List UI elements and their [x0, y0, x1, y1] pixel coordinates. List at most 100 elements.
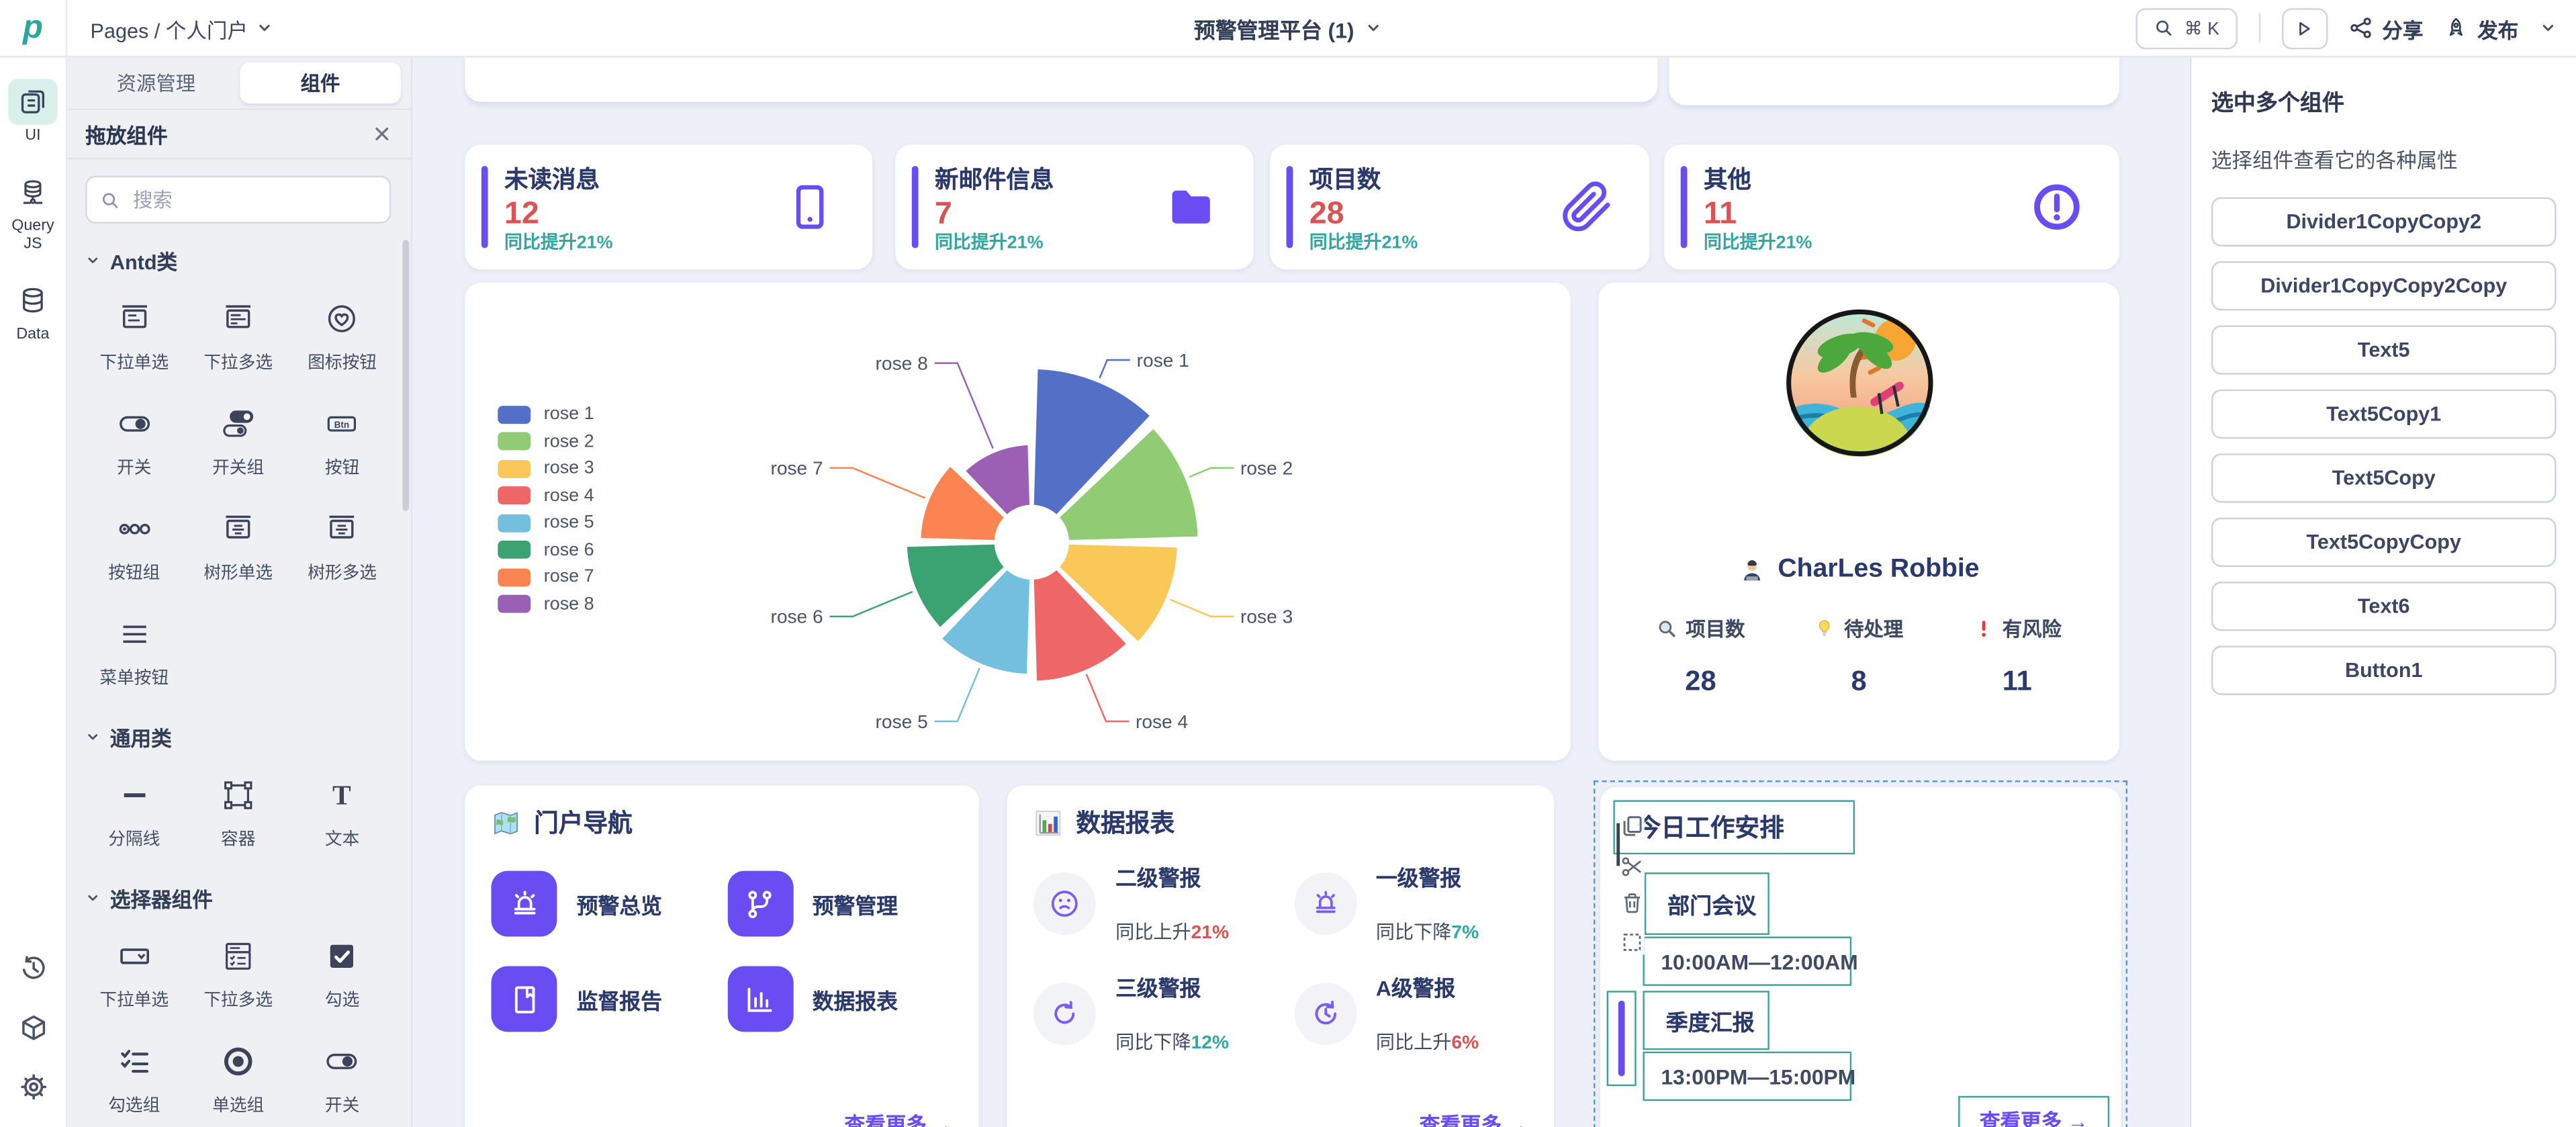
selected-widget-button[interactable]: Text5Copy1	[2211, 390, 2557, 439]
siren-purple-icon	[1309, 887, 1342, 919]
rail-item-query-js[interactable]: Query JS	[3, 169, 62, 255]
gear-icon[interactable]	[19, 1073, 47, 1101]
slice-label: rose 8	[876, 353, 928, 373]
widget-card[interactable]: 开关	[290, 1022, 394, 1127]
legend-swatch	[498, 405, 531, 423]
portal-nav-button[interactable]: 预警总览	[491, 871, 727, 937]
w-divider	[116, 777, 152, 813]
widget-card[interactable]: 下拉单选	[82, 917, 186, 1022]
preview-button[interactable]	[2282, 7, 2328, 48]
widget-card[interactable]: 开关	[82, 384, 186, 490]
schedule-item-name-widget[interactable]: 部门会议	[1645, 872, 1769, 935]
chevron-down-icon	[85, 729, 100, 744]
legend-swatch	[498, 595, 531, 613]
widget-card[interactable]: T 文本	[290, 756, 394, 861]
data-reports-card[interactable]: 数据报表 二级警报 同比上升21% 一级警	[1007, 785, 1555, 1127]
share-button[interactable]: 分享	[2349, 12, 2423, 43]
publish-button[interactable]: 发布	[2444, 12, 2518, 43]
portal-nav-button[interactable]: 监督报告	[491, 966, 727, 1032]
stat-card[interactable]: 未读消息12同比提升21%	[465, 144, 872, 269]
portal-more-link[interactable]: 查看更多 →	[845, 1108, 953, 1127]
selected-widget-button[interactable]: Text5Copy	[2211, 453, 2557, 502]
widget-card[interactable]: 容器	[186, 756, 290, 861]
panel-scrollbar[interactable]	[402, 240, 409, 511]
widget-card[interactable]: 下拉单选	[82, 279, 186, 385]
widget-search-input[interactable]	[130, 187, 366, 213]
stat-card[interactable]: 新邮件信息7同比提升21%	[895, 144, 1253, 269]
app-logo[interactable]: p	[0, 0, 67, 56]
legend-swatch	[498, 432, 531, 450]
portal-nav-button[interactable]: 数据报表	[727, 966, 963, 1032]
selected-widget-button[interactable]: Text5	[2211, 325, 2557, 374]
legend-item[interactable]: rose 1	[498, 404, 594, 424]
widget-card[interactable]: 勾选组	[82, 1022, 186, 1127]
selected-widget-button[interactable]: Text6	[2211, 582, 2557, 631]
selected-widget-button[interactable]: Divider1CopyCopy2	[2211, 197, 2557, 246]
selected-widget-button[interactable]: Button1	[2211, 645, 2557, 694]
pages-icon	[18, 87, 48, 117]
label-leader-line	[1170, 600, 1234, 617]
section-header-selectors[interactable]: 选择器组件	[85, 883, 391, 913]
scrolled-card-edge	[465, 56, 1657, 101]
widget-card[interactable]: 树形单选	[186, 490, 290, 595]
magnifier-icon	[1656, 618, 1677, 639]
widget-card[interactable]: 下拉多选	[186, 279, 290, 385]
panel-tab[interactable]: 组件	[240, 62, 401, 103]
rail-item-data[interactable]: Data	[3, 277, 62, 345]
schedule-item-time-widget[interactable]: 13:00PM—15:00PM	[1643, 1052, 1851, 1101]
rail-item-ui[interactable]: UI	[3, 79, 62, 146]
stat-card[interactable]: 其他11同比提升21%	[1664, 144, 2119, 269]
widget-card[interactable]: 树形多选	[290, 490, 394, 595]
omnibar-search[interactable]: ⌘ K	[2135, 7, 2238, 48]
search-shortcut: ⌘ K	[2184, 17, 2219, 39]
panel-tab[interactable]: 资源管理	[76, 62, 237, 103]
divider-widget[interactable]	[1616, 823, 1619, 866]
history-icon[interactable]	[19, 954, 47, 983]
widget-search[interactable]	[85, 176, 391, 224]
schedule-more-widget[interactable]: 查看更多 →	[1958, 1096, 2109, 1127]
portal-nav-card[interactable]: 门户导航 预警总览 预警管理 监督报告	[465, 785, 979, 1127]
widget-card[interactable]: 按钮组	[82, 490, 186, 595]
widget-card[interactable]: 菜单按钮	[82, 595, 186, 701]
widget-card[interactable]: 图标按钮	[290, 279, 394, 385]
breadcrumb[interactable]: Pages / 个人门户	[91, 12, 273, 43]
widget-card[interactable]: 勾选	[290, 917, 394, 1022]
widget-card[interactable]: 单选组	[186, 1022, 290, 1127]
stat-card[interactable]: 项目数28同比提升21%	[1270, 144, 1649, 269]
legend-item[interactable]: rose 4	[498, 486, 594, 505]
region-icon[interactable]	[1620, 930, 1645, 955]
schedule-card[interactable]: 今日工作安排 部门会议 10:00AM—12:00AM 季度汇报 13:00PM…	[1600, 787, 2121, 1127]
close-icon[interactable]	[373, 125, 391, 143]
selected-widget-button[interactable]: Text5CopyCopy	[2211, 518, 2557, 567]
cube-icon[interactable]	[19, 1013, 47, 1042]
w-select-single	[116, 938, 152, 975]
widget-card[interactable]: Btn 按钮	[290, 384, 394, 490]
copy-icon[interactable]	[1620, 813, 1645, 838]
reports-more-link[interactable]: 查看更多 →	[1420, 1108, 1528, 1127]
legend-item[interactable]: rose 7	[498, 567, 594, 586]
schedule-item-time-widget[interactable]: 10:00AM—12:00AM	[1643, 936, 1851, 985]
portal-nav-button[interactable]: 预警管理	[727, 871, 963, 937]
legend-item[interactable]: rose 8	[498, 594, 594, 613]
scissors-icon[interactable]	[1620, 854, 1645, 879]
section-header-common[interactable]: 通用类	[85, 721, 391, 752]
schedule-item-name-widget[interactable]: 季度汇报	[1643, 991, 1769, 1050]
vertical-divider-widget[interactable]	[1607, 991, 1637, 1086]
widget-card[interactable]: 开关组	[186, 384, 290, 490]
widget-card[interactable]: 分隔线	[82, 756, 186, 861]
editor-canvas[interactable]: 未读消息12同比提升21%新邮件信息7同比提升21%项目数28同比提升21%其他…	[411, 56, 2190, 1127]
rose-chart-card[interactable]: rose 1 rose 2 rose 3 rose 4 rose 5 rose 6 rose…	[465, 283, 1570, 761]
trash-icon[interactable]	[1620, 891, 1645, 915]
selected-widget-button[interactable]: Divider1CopyCopy2Copy	[2211, 261, 2557, 310]
schedule-title-widget[interactable]: 今日工作安排	[1613, 800, 1855, 854]
legend-item[interactable]: rose 6	[498, 540, 594, 559]
legend-item[interactable]: rose 3	[498, 459, 594, 478]
report-stat: 一级警报 同比下降7%	[1294, 861, 1541, 945]
legend-item[interactable]: rose 5	[498, 512, 594, 532]
legend-item[interactable]: rose 2	[498, 431, 594, 451]
section-header-antd[interactable]: Antd类	[85, 245, 391, 276]
w-tree-multi	[324, 511, 361, 547]
profile-card[interactable]: CharLes Robbie 项目数 28 待处理 8 有风险	[1598, 283, 2119, 761]
widget-card[interactable]: 下拉多选	[186, 917, 290, 1022]
chevron-down-icon[interactable]	[2540, 19, 2556, 36]
